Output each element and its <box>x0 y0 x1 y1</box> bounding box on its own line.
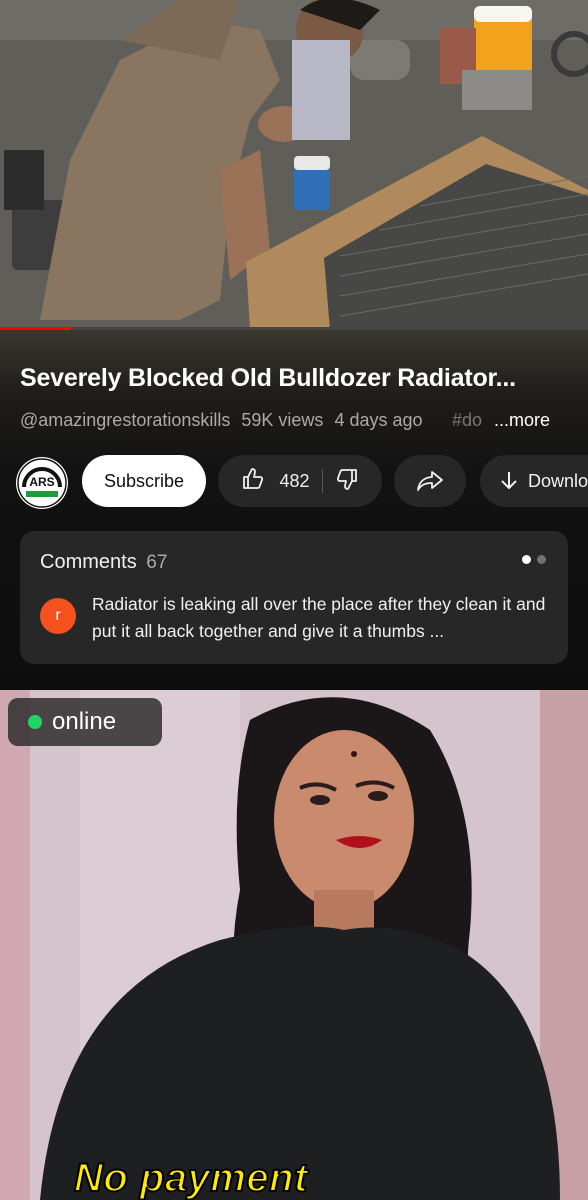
download-icon <box>501 472 517 490</box>
channel-avatar[interactable]: ARS <box>16 457 68 509</box>
promo-video-illustration <box>0 690 588 1200</box>
download-button[interactable]: Download <box>480 455 588 507</box>
share-icon <box>417 471 443 491</box>
pager-dot-active <box>522 555 531 564</box>
comments-panel[interactable]: Comments 67 r Radiator is leaking all ov… <box>20 531 568 664</box>
comments-count: 67 <box>146 552 168 573</box>
hashtag[interactable]: #do <box>452 410 500 431</box>
more-link[interactable]: ...more <box>494 410 550 431</box>
comments-header: Comments 67 <box>40 551 167 574</box>
subscribe-button[interactable]: Subscribe <box>82 455 206 507</box>
comment-pager-dots <box>522 555 546 564</box>
channel-logo-icon: ARS <box>17 458 67 508</box>
pager-dot <box>537 555 546 564</box>
like-count[interactable]: 482 <box>279 471 309 492</box>
commenter-avatar[interactable]: r <box>40 598 76 634</box>
view-count: 59K views <box>241 410 324 430</box>
online-dot-icon <box>28 715 42 729</box>
channel-logo-text: ARS <box>29 475 54 489</box>
download-label: Download <box>528 470 588 491</box>
video-info-panel: Severely Blocked Old Bulldozer Radiator.… <box>0 330 588 690</box>
comment-text[interactable]: Radiator is leaking all over the place a… <box>92 591 558 645</box>
video-frame-illustration <box>0 0 588 330</box>
share-button[interactable] <box>394 455 466 507</box>
video-title[interactable]: Severely Blocked Old Bulldozer Radiator.… <box>20 364 580 393</box>
promo-video[interactable]: online No payment <box>0 690 588 1200</box>
online-status-label: online <box>52 708 117 735</box>
like-dislike-group: 482 <box>218 455 382 507</box>
screen: Severely Blocked Old Bulldozer Radiator.… <box>0 0 588 1200</box>
channel-handle[interactable]: @amazingrestorationskills <box>20 410 230 430</box>
video-meta[interactable]: @amazingrestorationskills 59K views 4 da… <box>20 410 580 431</box>
comments-label: Comments <box>40 551 137 573</box>
like-divider <box>321 469 323 493</box>
online-status-badge: online <box>8 698 162 746</box>
action-row: ARS Subscribe 482 Download <box>0 455 588 509</box>
thumbs-up-icon[interactable] <box>241 467 265 496</box>
video-player[interactable] <box>0 0 588 330</box>
thumbs-down-icon[interactable] <box>335 467 359 496</box>
promo-caption: No payment <box>73 1155 308 1200</box>
upload-age: 4 days ago <box>334 410 423 430</box>
